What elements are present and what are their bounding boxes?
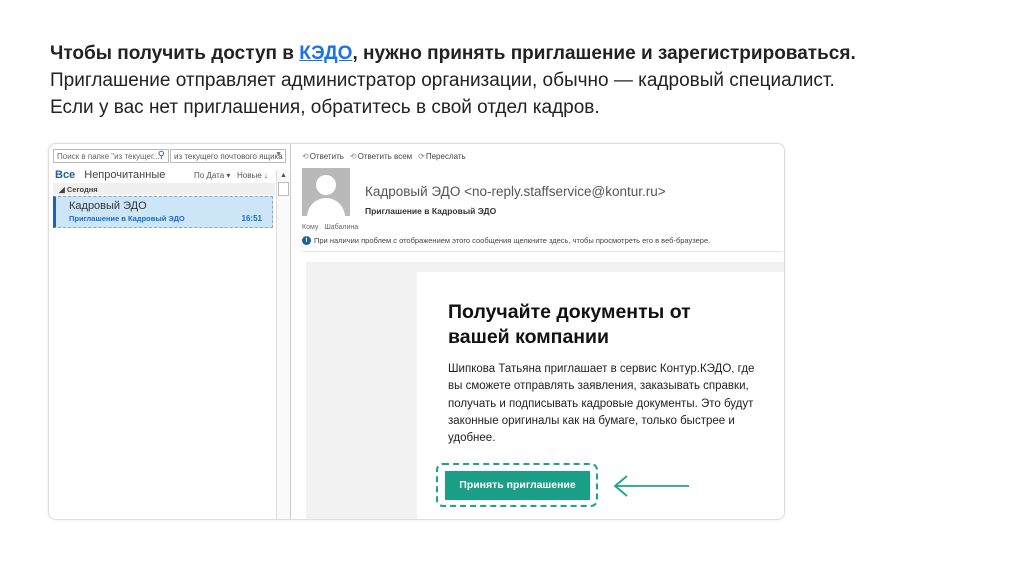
- to-value[interactable]: Шабалина: [324, 224, 358, 231]
- search-placeholder: Поиск в папке "из текущег...: [57, 152, 160, 161]
- forward-label: Переслать: [425, 152, 466, 161]
- reply-icon: ⟲: [302, 152, 309, 161]
- forward-icon: ⟳: [418, 152, 425, 161]
- scroll-thumb[interactable]: [278, 182, 289, 196]
- filter-tabs: Все Непрочитанные По Дата ▾ Новые ↓: [55, 169, 275, 181]
- tab-all[interactable]: Все: [55, 169, 75, 181]
- email-title: Получайте документы от вашей компании: [448, 301, 691, 348]
- intro-line2: Приглашение отправляет администратор орг…: [50, 70, 835, 91]
- sender-address: Кадровый ЭДО <no-reply.staffservice@kont…: [365, 184, 666, 199]
- mail-list-pane: Поиск в папке "из текущег... ⚲ из текущег…: [49, 144, 291, 519]
- scrollbar[interactable]: ▲: [276, 170, 290, 519]
- reply-all-icon: ⟲: [349, 152, 357, 161]
- forward-button[interactable]: ⟳Переслать: [418, 152, 466, 161]
- search-icon[interactable]: ⚲: [158, 150, 165, 161]
- chevron-down-icon: ▼: [275, 151, 282, 158]
- to-label: Кому: [302, 224, 319, 231]
- intro-line1-start: Чтобы получить доступ в: [50, 43, 300, 64]
- item-time: 16:51: [241, 214, 262, 223]
- reply-all-label: Ответить всем: [357, 152, 413, 161]
- reply-button[interactable]: ⟲Ответить: [302, 152, 344, 161]
- reply-all-button[interactable]: ⟲Ответить всем: [350, 152, 412, 161]
- scroll-up-icon[interactable]: ▲: [280, 172, 287, 179]
- scope-value: из текущего почтового ящика: [174, 152, 283, 161]
- sort-label: По Дата: [194, 171, 225, 180]
- tab-unread[interactable]: Непрочитанные: [84, 169, 165, 181]
- recipients: Кому Шабалина: [302, 224, 358, 231]
- email-text: Шипкова Татьяна приглашает в сервис Конт…: [448, 363, 755, 445]
- sort-order[interactable]: Новые ↓: [237, 171, 268, 180]
- sort-by-date[interactable]: По Дата ▾: [194, 171, 230, 180]
- outlook-screenshot: Поиск в папке "из текущег... ⚲ из текущег…: [48, 143, 785, 520]
- email-card: Получайте документы от вашей компании Ши…: [417, 272, 784, 519]
- kedo-link[interactable]: КЭДО: [299, 43, 352, 64]
- accept-invitation-button[interactable]: Принять приглашение: [445, 471, 590, 500]
- message-actions: ⟲Ответить ⟲Ответить всем ⟳Переслать: [302, 152, 466, 161]
- intro-line1-end: , нужно принять приглашение и зарегистри…: [352, 43, 856, 64]
- message-subject: Приглашение в Кадровый ЭДО: [365, 206, 497, 216]
- info-icon: i: [302, 236, 311, 245]
- arrow-left-icon: [613, 475, 689, 497]
- divider: [302, 251, 782, 252]
- sender-avatar: [302, 168, 350, 216]
- info-text: При наличии проблем с отображением этого…: [314, 236, 711, 245]
- search-input[interactable]: Поиск в папке "из текущег... ⚲: [53, 149, 169, 163]
- search-scope-select[interactable]: из текущего почтового ящика ▼: [170, 149, 286, 163]
- item-sender: Кадровый ЭДО: [69, 200, 147, 212]
- info-bar[interactable]: i При наличии проблем с отображением этог…: [302, 236, 710, 245]
- group-label: Сегодня: [66, 185, 98, 194]
- order-label: Новые: [237, 171, 262, 180]
- reply-label: Ответить: [309, 152, 344, 161]
- reading-pane: ⟲Ответить ⟲Ответить всем ⟳Переслать Кадр…: [292, 144, 784, 519]
- intro-line3: Если у вас нет приглашения, обратитесь в…: [50, 97, 600, 118]
- mail-list-item[interactable]: Кадровый ЭДО Приглашение в Кадровый ЭДО …: [53, 196, 273, 228]
- group-header-today[interactable]: ◢ Сегодня: [53, 183, 275, 195]
- intro-text: Чтобы получить доступ в КЭДО, нужно прин…: [50, 40, 856, 121]
